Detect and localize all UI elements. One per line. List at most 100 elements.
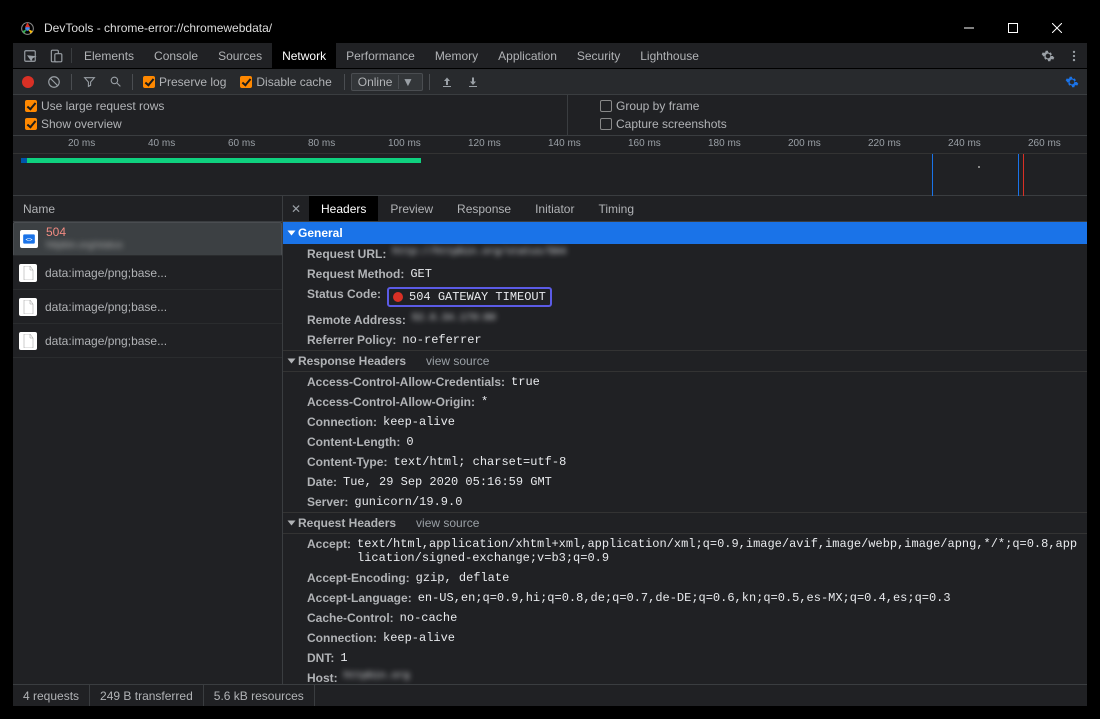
ruler-tick: 60 ms [228,138,255,149]
tab-console[interactable]: Console [144,43,208,68]
tab-lighthouse[interactable]: Lighthouse [630,43,709,68]
header-name: Request Method [307,267,404,281]
window-close[interactable] [1035,13,1079,43]
header-value: gunicorn/19.9.0 [354,495,462,509]
header-name: Access-Control-Allow-Origin [307,395,475,409]
search-icon[interactable] [104,71,126,93]
request-path: httpbin.org/status [46,239,123,253]
status-bar: 4 requests249 B transferred5.6 kB resour… [13,684,1087,706]
filter-icon[interactable] [78,71,100,93]
preserve-log-checkbox[interactable]: Preserve log [139,75,232,89]
file-icon [19,264,37,282]
view-source-link[interactable]: view source [416,516,479,530]
throttling-select[interactable]: Online▼ [351,73,424,91]
detail-tab-timing[interactable]: Timing [586,196,646,221]
header-name: Remote Address [307,313,406,327]
header-value: * [481,395,488,409]
download-icon[interactable] [462,71,484,93]
header-value: GET [410,267,432,281]
ruler-tick: 120 ms [468,138,501,149]
header-name: Connection [307,415,377,429]
detail-tab-preview[interactable]: Preview [378,196,445,221]
header-name: Accept-Language [307,591,412,605]
request-detail: ✕ HeadersPreviewResponseInitiatorTiming … [283,196,1087,684]
section-header[interactable]: General [283,222,1087,244]
header-value: gzip, deflate [416,571,510,585]
header-row: Access-Control-Allow-Origin * [283,392,1087,412]
large-rows-checkbox[interactable]: Use large request rows [21,99,559,113]
tab-performance[interactable]: Performance [336,43,425,68]
header-name: Server [307,495,348,509]
header-row: Request URLhttp://httpbin.org/status/504 [283,244,1087,264]
clear-icon[interactable] [43,71,65,93]
close-detail-icon[interactable]: ✕ [283,196,309,221]
ruler-tick: 20 ms [68,138,95,149]
ruler-tick: 200 ms [788,138,821,149]
header-value: text/html; charset=utf-8 [393,455,566,469]
tab-application[interactable]: Application [488,43,567,68]
request-name: data:image/png;base... [45,334,167,348]
detail-tab-response[interactable]: Response [445,196,523,221]
header-value: en-US,en;q=0.9,hi;q=0.8,de;q=0.7,de-DE;q… [418,591,951,605]
list-item[interactable]: data:image/png;base... [13,256,282,290]
tab-memory[interactable]: Memory [425,43,488,68]
detail-tab-headers[interactable]: Headers [309,196,378,221]
settings-icon[interactable] [1035,43,1061,68]
header-name: Content-Type [307,455,387,469]
column-header-name[interactable]: Name [13,196,282,222]
tab-elements[interactable]: Elements [74,43,144,68]
header-row: Connectionkeep-alive [283,412,1087,432]
upload-icon[interactable] [436,71,458,93]
header-value: text/html,application/xhtml+xml,applicat… [357,537,1083,565]
detail-tab-initiator[interactable]: Initiator [523,196,586,221]
tab-security[interactable]: Security [567,43,630,68]
window-maximize[interactable] [991,13,1035,43]
capture-screenshots-checkbox[interactable]: Capture screenshots [596,117,1079,131]
device-icon[interactable] [43,43,69,68]
header-value: Tue, 29 Sep 2020 05:16:59 GMT [343,475,552,489]
window-minimize[interactable] [947,13,991,43]
header-name: Status Code [307,287,381,307]
list-item[interactable]: <> 504httpbin.org/status [13,222,282,256]
request-name: 504 [46,225,123,239]
main-tabs: ElementsConsoleSourcesNetworkPerformance… [13,43,1087,69]
more-icon[interactable] [1061,43,1087,68]
header-value: 1 [340,651,347,665]
ruler-tick: 260 ms [1028,138,1061,149]
ruler-tick: 80 ms [308,138,335,149]
disable-cache-checkbox[interactable]: Disable cache [236,75,337,89]
record-button[interactable] [17,71,39,93]
section-header[interactable]: Request Headersview source [283,512,1087,534]
timeline-overview[interactable]: 20 ms40 ms60 ms80 ms100 ms120 ms140 ms16… [13,136,1087,196]
window-title: DevTools - chrome-error://chromewebdata/ [40,21,947,35]
ruler-tick: 180 ms [708,138,741,149]
section-header[interactable]: Response Headersview source [283,350,1087,372]
tab-sources[interactable]: Sources [208,43,272,68]
header-value: no-cache [400,611,458,625]
header-value: keep-alive [383,631,455,645]
tab-network[interactable]: Network [272,43,336,68]
show-overview-checkbox[interactable]: Show overview [21,117,559,131]
header-row: Request Method GET [283,264,1087,284]
inspect-icon[interactable] [17,43,43,68]
network-settings-icon[interactable] [1061,71,1083,93]
view-source-link[interactable]: view source [426,354,489,368]
disclosure-icon [288,359,296,364]
ruler-tick: 160 ms [628,138,661,149]
header-name: Content-Length [307,435,400,449]
ruler-tick: 40 ms [148,138,175,149]
status-item: 5.6 kB resources [204,685,315,706]
header-name: Host [307,671,338,684]
header-row: Referrer Policyno-referrer [283,330,1087,350]
group-by-frame-checkbox[interactable]: Group by frame [596,99,1079,113]
svg-text:<>: <> [25,237,33,243]
list-item[interactable]: data:image/png;base... [13,324,282,358]
list-item[interactable]: data:image/png;base... [13,290,282,324]
header-name: Date [307,475,337,489]
header-row: Date Tue, 29 Sep 2020 05:16:59 GMT [283,472,1087,492]
header-value: httpbin.org [344,671,410,684]
header-name: Accept [307,537,351,565]
header-row: Accepttext/html,application/xhtml+xml,ap… [283,534,1087,568]
header-value: 52.6.34.179:80 [412,313,496,327]
window-titlebar: DevTools - chrome-error://chromewebdata/ [13,13,1087,43]
